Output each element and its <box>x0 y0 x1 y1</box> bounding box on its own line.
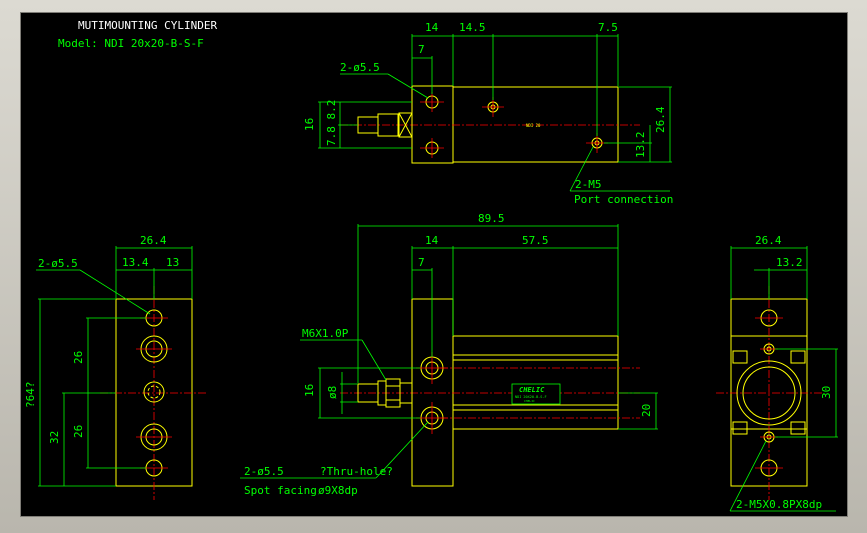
front-view-hole-note: ?Thru-hole? <box>320 465 393 478</box>
front-view-thread-callout: M6X1.0P <box>302 327 349 340</box>
dim-top-7: 7 <box>418 43 425 56</box>
dim-front-16: 16 <box>303 384 316 397</box>
dim-left-overall: ?64? <box>24 382 37 409</box>
right-view: 26.4 13.2 30 2-M5X0.8PX8dp <box>716 234 838 512</box>
dim-top-13-2: 13.2 <box>634 132 647 159</box>
dim-top-7-5: 7.5 <box>598 21 618 34</box>
top-view: NDI 20 14 14.5 7.5 7 2-ø5.5 16 7.8 8.2 2… <box>303 21 673 206</box>
top-view-port-note: Port connection <box>574 193 673 206</box>
top-view-port-callout: 2-M5 <box>575 178 602 191</box>
left-view-hole-callout: 2-ø5.5 <box>38 257 78 270</box>
dim-left-26-bot: 26 <box>72 425 85 438</box>
dim-front-57-5: 57.5 <box>522 234 549 247</box>
front-view-flange <box>411 298 454 487</box>
left-view: 26.4 13.4 13 2-ø5.5 ?64? 32 26 26 <box>24 234 208 500</box>
front-view-brand-sub2: CHELIC <box>524 399 535 403</box>
dim-front-20: 20 <box>640 404 653 417</box>
dim-left-13: 13 <box>166 256 179 269</box>
dim-top-14-5: 14.5 <box>459 21 486 34</box>
dim-top-16: 16 <box>303 118 316 131</box>
drawing-title: MUTIMOUNTING CYLINDER <box>78 19 217 32</box>
dim-top-26-4: 26.4 <box>654 106 667 133</box>
dim-front-89-5: 89.5 <box>478 212 505 225</box>
dim-front-14: 14 <box>425 234 439 247</box>
front-view-spot-label: Spot facing <box>244 484 317 497</box>
front-view: CHELIC NDI 20X20-B-S-F CHELIC 89.5 14 57… <box>240 212 658 497</box>
cad-drawing: MUTIMOUNTING CYLINDER Model: NDI 20x20-B… <box>24 19 838 512</box>
dim-right-26-4: 26.4 <box>755 234 782 247</box>
drawing-model: Model: NDI 20x20-B-S-F <box>58 37 204 50</box>
top-view-body-marking: NDI 20 <box>526 123 541 128</box>
dim-right-13-2: 13.2 <box>776 256 803 269</box>
dim-top-14: 14 <box>425 21 439 34</box>
dim-left-26-4: 26.4 <box>140 234 167 247</box>
dim-left-13-4: 13.4 <box>122 256 149 269</box>
front-view-body <box>452 335 619 430</box>
right-view-port-callout: 2-M5X0.8PX8dp <box>736 498 822 511</box>
dim-left-26-top: 26 <box>72 351 85 364</box>
top-view-flange <box>411 85 454 164</box>
dim-top-7-8-2: 7.8 8.2 <box>325 100 338 146</box>
dim-left-32: 32 <box>48 431 61 444</box>
front-view-spot-value: ø9X8dp <box>318 484 358 497</box>
dim-front-7: 7 <box>418 256 425 269</box>
dim-front-phi8: ø8 <box>326 386 339 399</box>
front-view-brand: CHELIC <box>519 386 545 394</box>
top-view-hole-callout: 2-ø5.5 <box>340 61 380 74</box>
front-view-hole-callout: 2-ø5.5 <box>244 465 284 478</box>
dim-right-30: 30 <box>820 386 833 399</box>
